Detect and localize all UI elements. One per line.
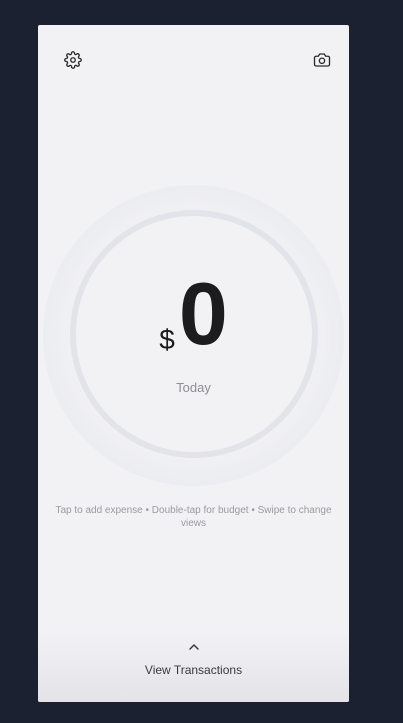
view-transactions-button[interactable]: View Transactions xyxy=(118,641,269,683)
camera-icon xyxy=(313,53,331,67)
settings-button[interactable] xyxy=(59,46,87,74)
view-transactions-label: View Transactions xyxy=(144,663,243,677)
chevron-up-icon xyxy=(188,641,200,653)
gear-icon xyxy=(64,51,82,69)
gesture-hint: Tap to add expense • Double-tap for budg… xyxy=(55,505,332,529)
spending-ring[interactable] xyxy=(70,210,318,458)
app-screen: $0 Today Tap to add expense • Double-tap… xyxy=(38,25,349,702)
camera-button[interactable] xyxy=(308,46,336,74)
